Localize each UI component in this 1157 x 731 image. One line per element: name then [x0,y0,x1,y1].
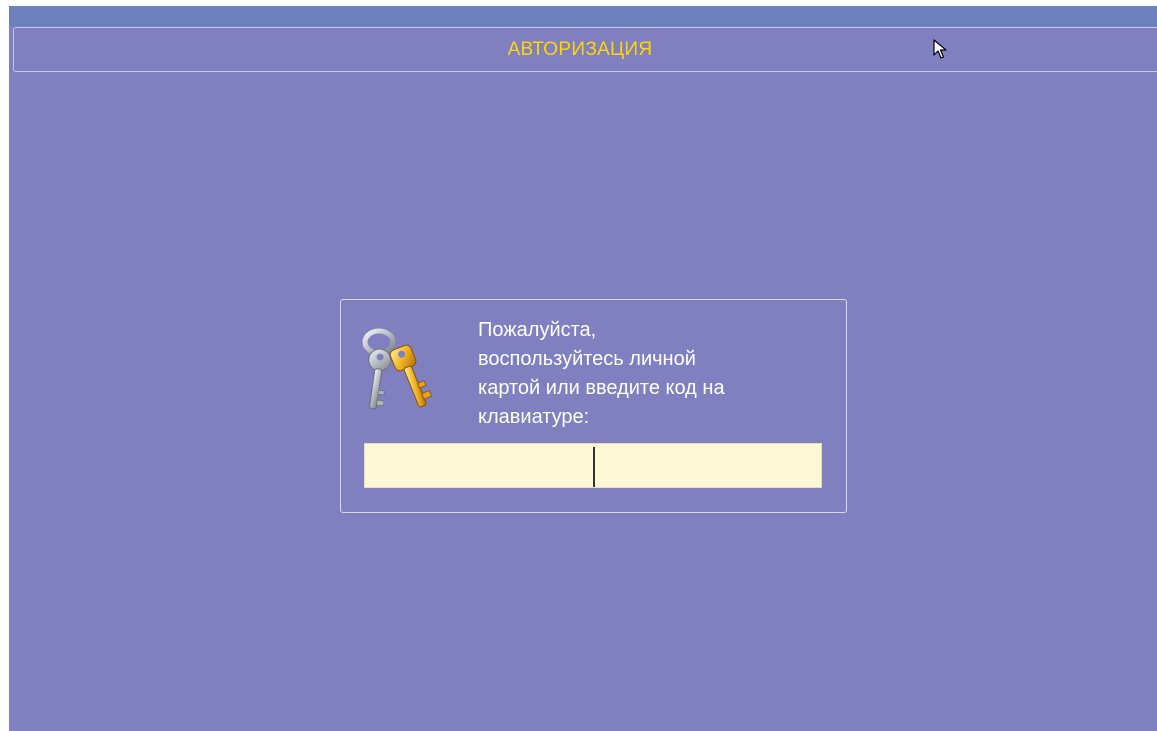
mouse-pointer-icon [933,39,947,59]
header-bar: АВТОРИЗАЦИЯ [13,27,1157,72]
authorization-dialog: Пожалуйста, воспользуйтесь личной картой… [340,299,847,513]
text-caret [593,447,595,487]
page-title: АВТОРИЗАЦИЯ [507,38,653,60]
login-screen: АВТОРИЗАЦИЯ Пожалуйста, воспользуйтесь л… [9,6,1157,731]
instruction-text: Пожалуйста, воспользуйтесь личной картой… [478,319,725,428]
keys-icon [362,328,432,410]
code-input-field[interactable] [364,443,822,488]
top-strip [9,6,1157,26]
